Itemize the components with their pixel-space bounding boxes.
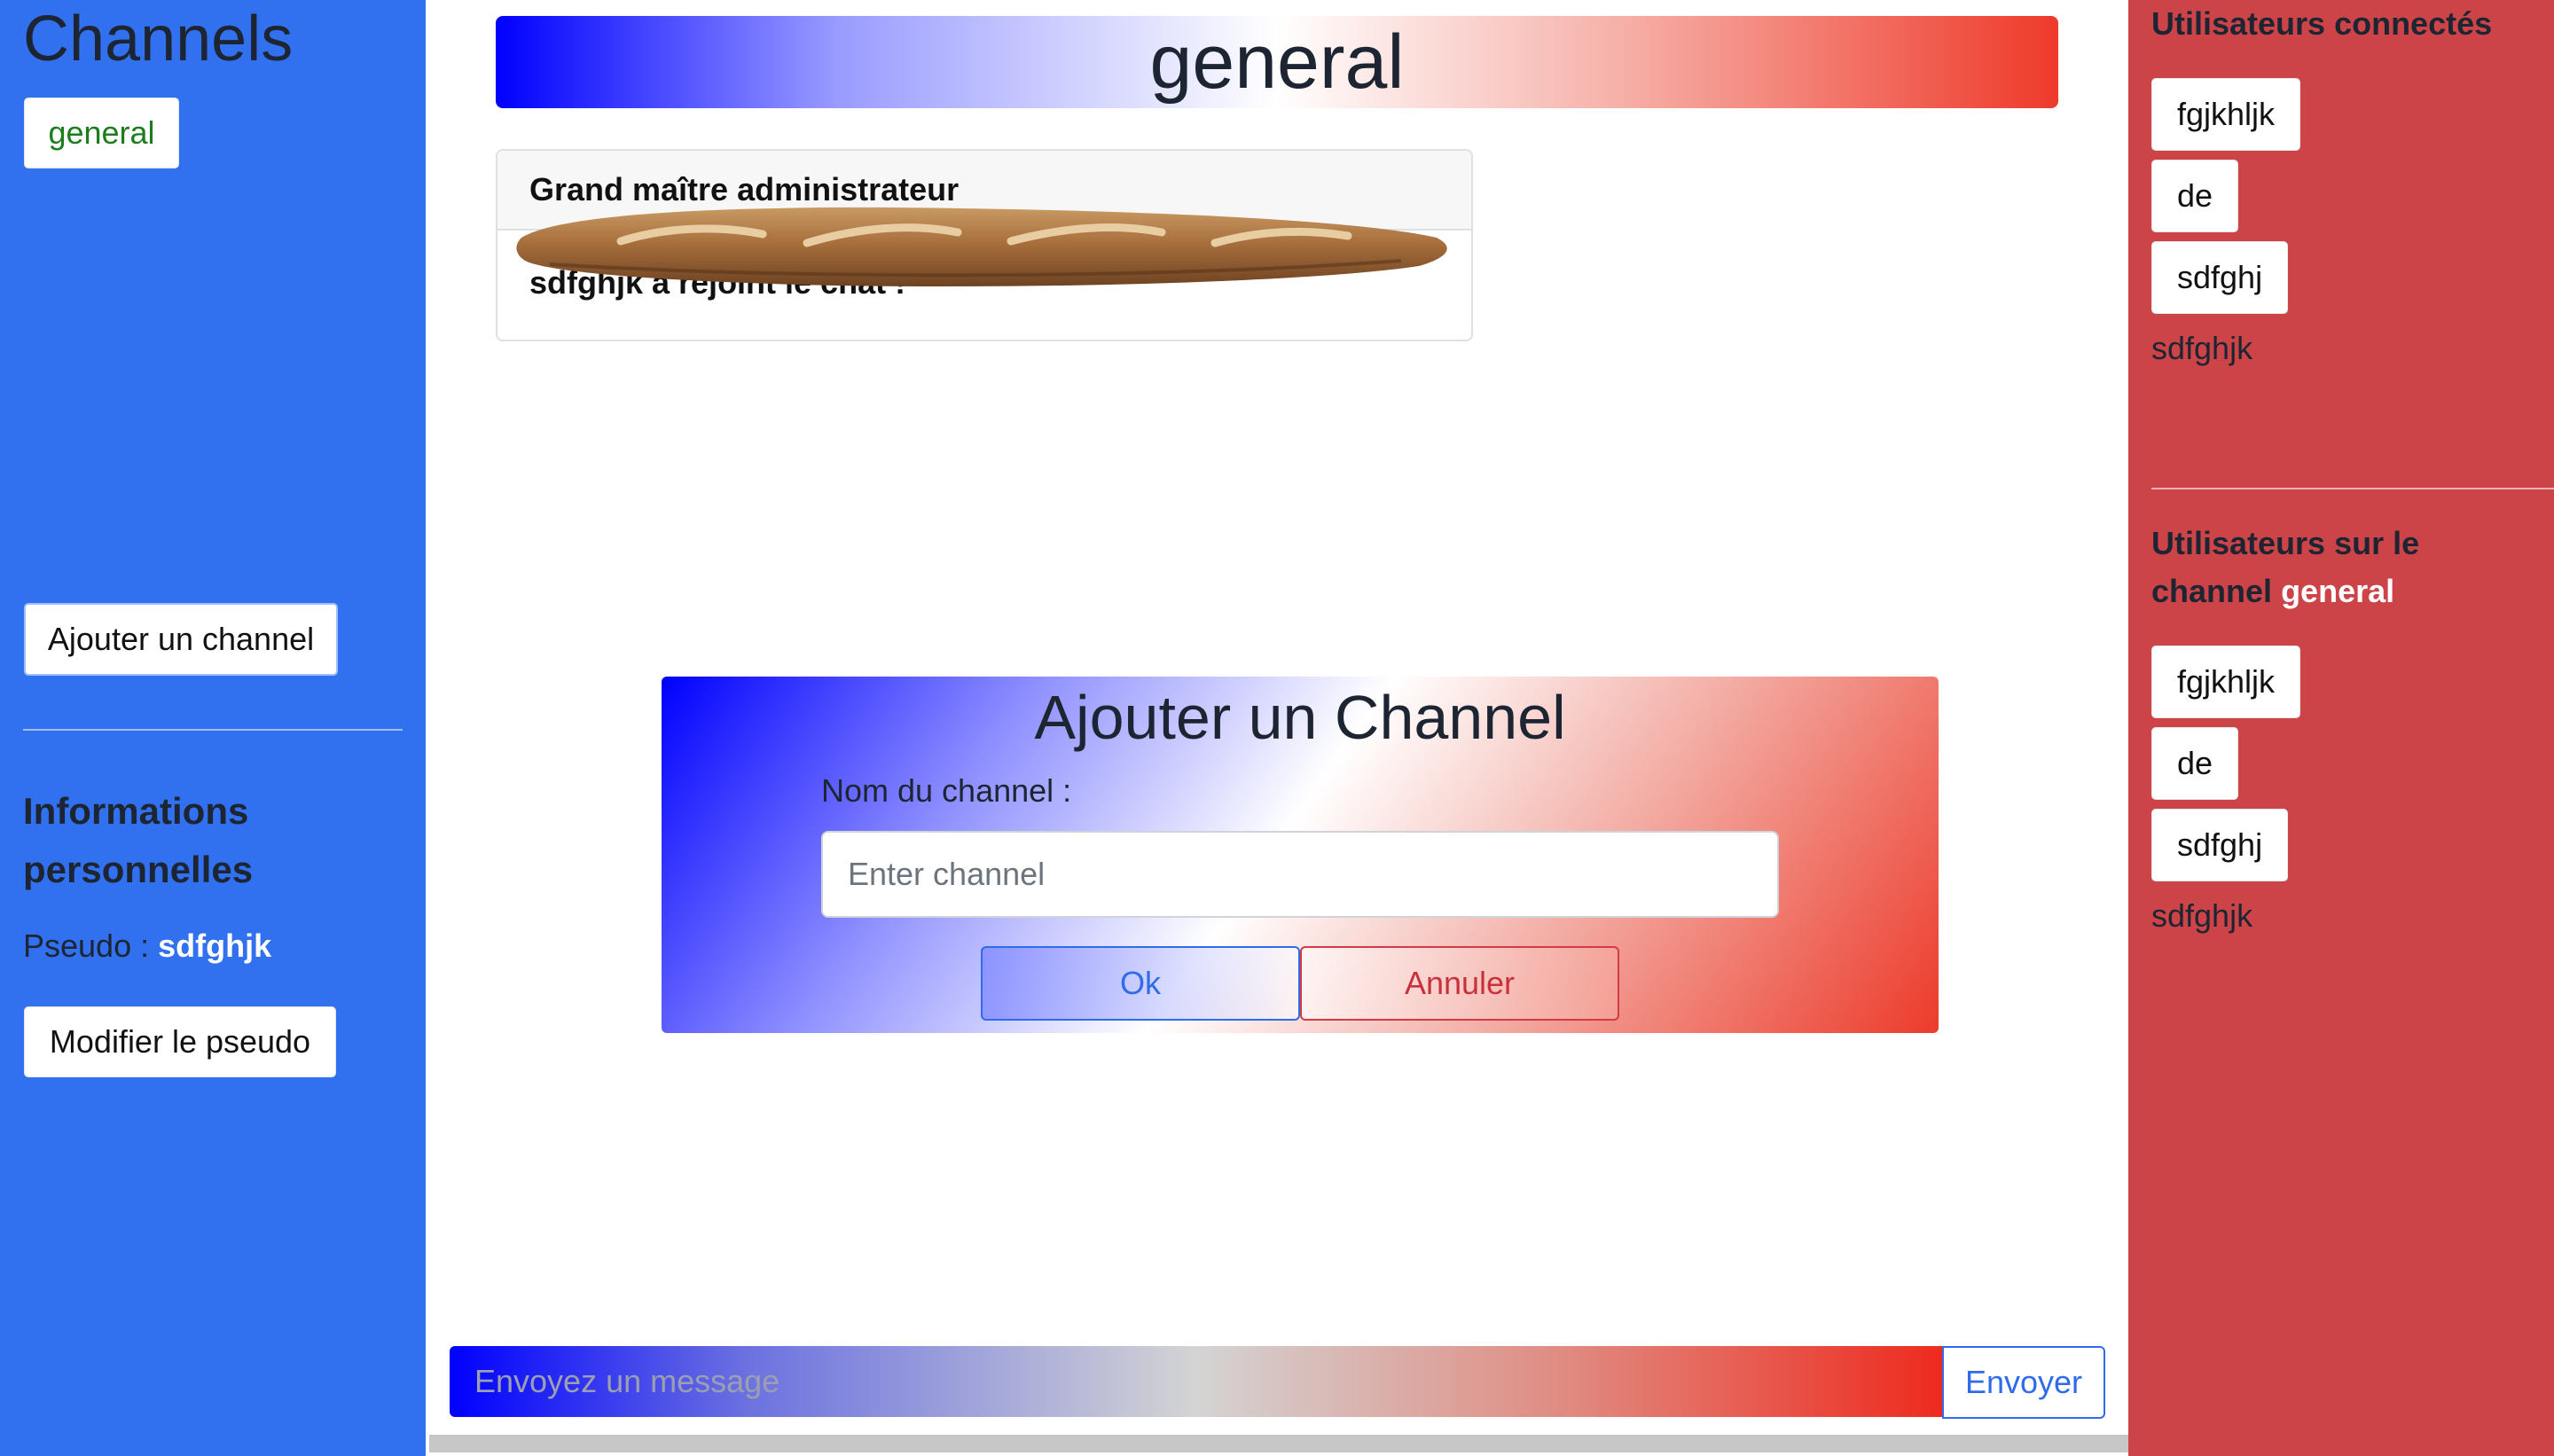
channel-name-input[interactable] (821, 831, 1779, 918)
personal-info-title: Informations personnelles (23, 790, 254, 890)
channel-item-label: general (48, 114, 155, 151)
user-name: sdfghj (2177, 826, 2263, 863)
channels-sidebar: Channels general Ajouter un channel Info… (0, 0, 426, 1456)
user-name: sdfghj (2177, 259, 2263, 295)
modify-pseudo-label: Modifier le pseudo (49, 1023, 311, 1060)
add-channel-modal: Ajouter un Channel Nom du channel : Ok A… (662, 677, 1939, 1033)
user-name: fgjkhljk (2177, 663, 2276, 700)
channel-current-user-name: sdfghjk (2151, 897, 2253, 934)
current-user-name: sdfghjk (2151, 330, 2253, 366)
channel-user-item[interactable]: sdfghj (2151, 809, 2289, 881)
channels-title: Channels (23, 4, 294, 74)
user-name: de (2177, 177, 2213, 214)
user-name: fgjkhljk (2177, 96, 2276, 132)
add-channel-label: Ajouter un channel (47, 621, 315, 657)
connected-user-item[interactable]: sdfghj (2151, 241, 2289, 314)
cancel-label: Annuler (1404, 965, 1516, 1001)
user-name: de (2177, 745, 2213, 781)
ok-label: Ok (1119, 965, 1161, 1001)
left-divider (23, 729, 403, 731)
channel-users-title: Utilisateurs sur le channel general (2151, 520, 2524, 615)
message-input[interactable] (450, 1346, 1943, 1417)
channel-user-item[interactable]: de (2151, 727, 2239, 800)
channel-name-label: Nom du channel : (821, 772, 1072, 809)
ok-button[interactable]: Ok (981, 946, 1300, 1021)
channel-item-general[interactable]: general (24, 98, 179, 168)
channel-header-title: general (1149, 19, 1405, 105)
modal-title: Ajouter un Channel (1034, 683, 1566, 752)
channel-header: general (496, 16, 2058, 108)
right-divider (2151, 488, 2554, 489)
cancel-button[interactable]: Annuler (1300, 946, 1619, 1021)
horizontal-scrollbar[interactable] (429, 1435, 2128, 1452)
send-label: Envoyer (1964, 1364, 2083, 1400)
channel-user-item[interactable]: fgjkhljk (2151, 646, 2301, 718)
channel-users-channel-name: general (2281, 573, 2395, 609)
add-channel-button[interactable]: Ajouter un channel (24, 603, 338, 676)
pseudo-label: Pseudo : (23, 928, 150, 964)
pseudo-line: Pseudo : sdfghjk (23, 928, 271, 965)
modify-pseudo-button[interactable]: Modifier le pseudo (24, 1006, 336, 1077)
send-button[interactable]: Envoyer (1942, 1346, 2105, 1419)
baguette-image (516, 207, 1447, 287)
users-sidebar: Utilisateurs connectés fgjkhljk de sdfgh… (2128, 0, 2554, 1456)
connected-user-item[interactable]: de (2151, 160, 2239, 232)
connected-user-item[interactable]: fgjkhljk (2151, 78, 2301, 151)
connected-users-title: Utilisateurs connectés (2151, 5, 2493, 42)
pseudo-value: sdfghjk (158, 928, 272, 964)
